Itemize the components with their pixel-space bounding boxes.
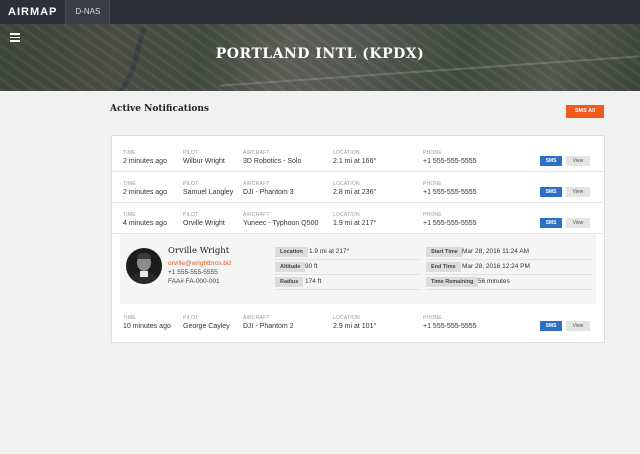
view-button[interactable]: View [566, 187, 590, 197]
time-remaining-label: Time Remaining [426, 277, 479, 287]
location-cell: LOCATION 2.9 mi at 101° [333, 315, 377, 330]
phone-cell: PHONE +1 555-555-5555 [423, 150, 477, 165]
start-time-label: Start Time [426, 247, 463, 257]
aircraft-cell: AIRCRAFT 3D Robotics - Solo [243, 150, 302, 165]
location-cell: LOCATION 1.9 mi at 217° [333, 212, 377, 227]
phone-cell: PHONE +1 555-555-5555 [423, 212, 477, 227]
sms-button[interactable]: SMS [540, 187, 562, 197]
airport-title: PORTLAND INTL (KPDX) [215, 46, 425, 62]
location-field: Location 1.9 mi at 217° [275, 245, 420, 260]
view-button[interactable]: View [566, 218, 590, 228]
location-value: 1.9 mi at 217° [309, 248, 350, 255]
end-time-label: End Time [426, 262, 461, 272]
pilot-cell: PILOT Wilbur Wright [183, 150, 225, 165]
sms-button[interactable]: SMS [540, 321, 562, 331]
location-label: Location [275, 247, 308, 257]
pilot-faa-number: FAA# FA-000-001 [168, 278, 220, 285]
pilot-email-link[interactable]: orville@wrightbros.biz [168, 260, 232, 267]
radius-label: Radius [275, 277, 304, 287]
time-cell: TIME 10 minutes ago [123, 315, 171, 330]
time-cell: TIME 2 minutes ago [123, 150, 167, 165]
pilot-phone: +1 555-555-5555 [168, 269, 218, 276]
pilot-avatar [126, 248, 162, 284]
start-time-field: Start Time Mar 28, 2016 11:24 AM [426, 245, 592, 260]
end-time-value: Mar 28, 2016 12:24 PM [462, 263, 530, 270]
hamburger-menu-icon[interactable] [10, 33, 20, 42]
airmap-logo[interactable]: AIRMAP [0, 0, 65, 24]
end-time-field: End Time Mar 28, 2016 12:24 PM [426, 260, 592, 275]
aircraft-cell: AIRCRAFT DJI - Phantom 2 [243, 315, 294, 330]
altitude-value: 90 ft [305, 263, 318, 270]
phone-cell: PHONE +1 555-555-5555 [423, 181, 477, 196]
altitude-label: Altitude [275, 262, 306, 272]
table-row[interactable]: TIME 4 minutes ago PILOT Orville Wright AI… [112, 203, 604, 234]
sms-button[interactable]: SMS [540, 218, 562, 228]
pilot-cell: PILOT Samuel Langley [183, 181, 234, 196]
pilot-cell: PILOT George Cayley [183, 315, 230, 330]
phone-cell: PHONE +1 555-555-5555 [423, 315, 477, 330]
start-time-value: Mar 28, 2016 11:24 AM [462, 248, 530, 255]
location-cell: LOCATION 2.1 mi at 166° [333, 150, 377, 165]
time-remaining-value: 56 minutes [478, 278, 510, 285]
airport-hero-banner: PORTLAND INTL (KPDX) [0, 24, 640, 91]
table-row[interactable]: TIME 2 minutes ago PILOT Wilbur Wright AIR… [112, 141, 604, 172]
pilot-name: Orville Wright [168, 246, 230, 256]
altitude-field: Altitude 90 ft [275, 260, 420, 275]
table-row[interactable]: TIME 10 minutes ago PILOT George Cayley AI… [112, 306, 604, 336]
time-remaining-field: Time Remaining 56 minutes [426, 275, 592, 290]
radius-value: 174 ft [305, 278, 322, 285]
aircraft-cell: AIRCRAFT Yuneec - Typhoon Q500 [243, 212, 319, 227]
nav-tab-dnas[interactable]: D-NAS [65, 0, 111, 24]
location-cell: LOCATION 2.8 mi at 236° [333, 181, 377, 196]
time-cell: TIME 2 minutes ago [123, 181, 167, 196]
sms-all-button[interactable]: SMS All [566, 105, 604, 118]
time-cell: TIME 4 minutes ago [123, 212, 167, 227]
table-row[interactable]: TIME 2 minutes ago PILOT Samuel Langley AI… [112, 172, 604, 203]
aircraft-cell: AIRCRAFT DJI - Phantom 3 [243, 181, 294, 196]
view-button[interactable]: View [566, 156, 590, 166]
radius-field: Radius 174 ft [275, 275, 420, 290]
view-button[interactable]: View [566, 321, 590, 331]
notifications-card: TIME 2 minutes ago PILOT Wilbur Wright AIR… [111, 135, 605, 343]
pilot-detail-panel: Orville Wright orville@wrightbros.biz +1… [120, 234, 596, 304]
pilot-cell: PILOT Orville Wright [183, 212, 225, 227]
section-title: Active Notifications [110, 104, 209, 114]
top-bar: AIRMAP D-NAS [0, 0, 640, 24]
sms-button[interactable]: SMS [540, 156, 562, 166]
